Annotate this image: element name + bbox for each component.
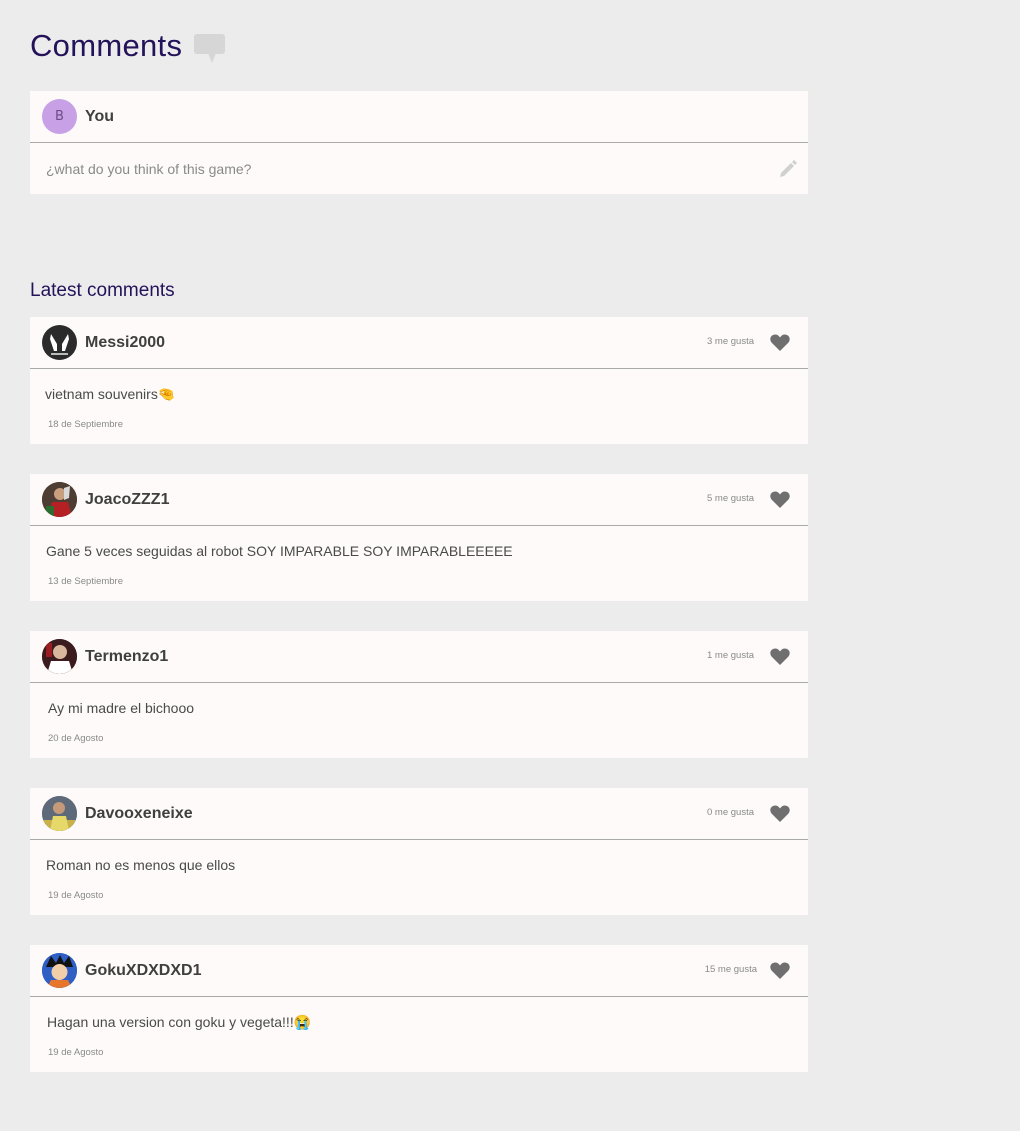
comment-date: 19 de Agosto bbox=[48, 1047, 104, 1058]
pencil-icon[interactable] bbox=[778, 158, 798, 178]
compose-card: B You bbox=[30, 91, 808, 194]
comment-username[interactable]: JoacoZZZ1 bbox=[85, 491, 169, 509]
likes-count: 3 me gusta bbox=[707, 336, 754, 347]
comment-header: Davooxeneixe 0 me gusta bbox=[30, 788, 808, 840]
comment-username[interactable]: Messi2000 bbox=[85, 334, 165, 352]
comment-text: Hagan una version con goku y vegeta!!!😭 bbox=[47, 1014, 312, 1030]
comment-text: Gane 5 veces seguidas al robot SOY IMPAR… bbox=[46, 543, 513, 559]
avatar-letter: B bbox=[55, 109, 64, 124]
comment-header: Messi2000 3 me gusta bbox=[30, 317, 808, 369]
page-title: Comments bbox=[30, 28, 226, 64]
heart-icon[interactable] bbox=[770, 490, 790, 509]
heart-icon[interactable] bbox=[770, 961, 790, 980]
likes-count: 15 me gusta bbox=[704, 964, 757, 975]
comment-input[interactable] bbox=[44, 159, 748, 178]
comment-header: Termenzo1 1 me gusta bbox=[30, 631, 808, 683]
comment-card: GokuXDXDXD1 15 me gusta Hagan una versio… bbox=[30, 945, 808, 1072]
heart-icon[interactable] bbox=[770, 647, 790, 666]
comment-text: Ay mi madre el bichooo bbox=[48, 700, 195, 716]
comment-date: 18 de Septiembre bbox=[48, 419, 123, 430]
player-stadium-avatar bbox=[42, 796, 77, 831]
compose-header: B You bbox=[30, 91, 808, 143]
latest-comments-title: Latest comments bbox=[30, 280, 175, 301]
comment-body: vietnam souvenirs🤏 18 de Septiembre bbox=[30, 369, 808, 444]
speech-bubble-icon bbox=[194, 33, 226, 63]
comment-username[interactable]: Termenzo1 bbox=[85, 648, 168, 666]
comment-card: Messi2000 3 me gusta vietnam souvenirs🤏 … bbox=[30, 317, 808, 444]
comment-text: Roman no es menos que ellos bbox=[46, 857, 236, 873]
comment-date: 19 de Agosto bbox=[48, 890, 104, 901]
comment-date: 20 de Agosto bbox=[48, 733, 104, 744]
page-title-text: Comments bbox=[30, 28, 183, 63]
comment-body: Gane 5 veces seguidas al robot SOY IMPAR… bbox=[30, 526, 808, 601]
likes-count: 1 me gusta bbox=[707, 650, 754, 661]
player-portrait-avatar bbox=[42, 639, 77, 674]
comment-body: Roman no es menos que ellos 19 de Agosto bbox=[30, 840, 808, 915]
comment-username[interactable]: GokuXDXDXD1 bbox=[85, 962, 201, 980]
likes-count: 0 me gusta bbox=[707, 807, 754, 818]
player-trophy-avatar bbox=[42, 482, 77, 517]
current-user-label: You bbox=[85, 107, 115, 125]
comment-header: JoacoZZZ1 5 me gusta bbox=[30, 474, 808, 526]
comment-card: JoacoZZZ1 5 me gusta Gane 5 veces seguid… bbox=[30, 474, 808, 601]
heart-icon[interactable] bbox=[770, 804, 790, 823]
heart-icon[interactable] bbox=[770, 333, 790, 352]
comment-body: Hagan una version con goku y vegeta!!!😭 … bbox=[30, 997, 808, 1072]
messi-logo-avatar bbox=[42, 325, 77, 360]
goku-avatar bbox=[42, 953, 77, 988]
comment-header: GokuXDXDXD1 15 me gusta bbox=[30, 945, 808, 997]
compose-body bbox=[30, 143, 808, 194]
comment-username[interactable]: Davooxeneixe bbox=[85, 805, 193, 823]
comment-date: 13 de Septiembre bbox=[48, 576, 123, 587]
comment-text: vietnam souvenirs🤏 bbox=[45, 386, 176, 402]
likes-count: 5 me gusta bbox=[707, 493, 754, 504]
comment-card: Davooxeneixe 0 me gusta Roman no es meno… bbox=[30, 788, 808, 915]
comment-body: Ay mi madre el bichooo 20 de Agosto bbox=[30, 683, 808, 758]
comment-card: Termenzo1 1 me gusta Ay mi madre el bich… bbox=[30, 631, 808, 758]
avatar: B bbox=[42, 99, 77, 134]
